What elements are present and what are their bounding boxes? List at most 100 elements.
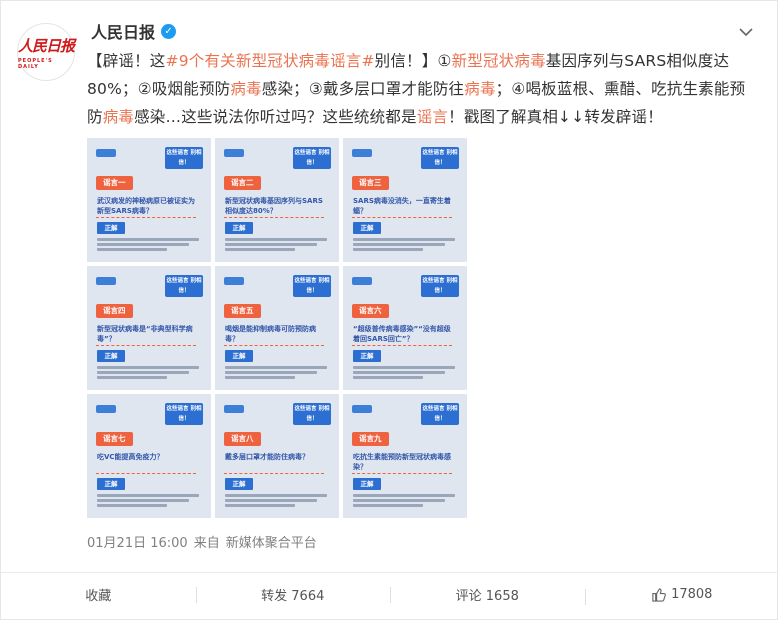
tile-divider [224,345,324,346]
tile-rumor-label: 谣言二 [224,176,261,190]
tile-body-text [225,371,317,374]
repost-label: 转发 7664 [261,589,325,604]
tile-body-text [353,504,423,507]
hashtag-link[interactable]: 谣言 [417,108,448,126]
verified-icon: ✓ [161,23,177,39]
tile-claim: 吃VC能提高免疫力？ [97,453,164,461]
hashtag-link[interactable]: 新型冠状病毒 [452,52,546,70]
tile-body-text [97,238,199,241]
repost-button[interactable]: 转发 7664 [195,585,391,604]
tile-claim: 喝烟是能抑制病毒可防预防病毒？ [225,325,316,343]
tile-divider [96,345,196,346]
tile-tag: 这些谣言 别相信！ [293,275,331,297]
tile-body-text [353,371,445,374]
comment-label: 评论 1658 [455,589,519,604]
like-count: 17808 [671,587,713,602]
tile-body-text [97,366,199,369]
tile-body-text [97,248,167,251]
tile-brand-icon [96,149,116,157]
post-text-segment: 感染；③戴多层口罩才能防往 [261,80,465,98]
hashtag-link[interactable]: 病毒 [464,80,495,98]
tile-tag: 这些谣言 别相信！ [421,275,459,297]
image-tile[interactable]: 这些谣言 别相信！ 谣言八 戴多层口罩才能防住病毒？ 正解 [215,394,339,518]
image-tile[interactable]: 这些谣言 别相信！ 谣言七 吃VC能提高免疫力？ 正解 [87,394,211,518]
image-grid: 这些谣言 别相信！ 谣言一 武汉病发的神秘病原已被证实为新型SARS病毒？ 正解 这些谣… [87,138,467,518]
tile-claim: 吃抗生素能预防新型冠状病毒感染？ [353,453,451,471]
favorite-label: 收藏 [85,589,112,604]
hashtag-link[interactable]: 病毒 [230,80,261,98]
tile-brand-icon [96,277,116,285]
hashtag-link[interactable]: #9个有关新型冠状病毒谣言# [166,52,375,70]
tile-body-text [97,376,167,379]
tile-brand-icon [224,149,244,157]
avatar-logo-text: 人民日报 [18,36,75,55]
tile-rumor-label: 谣言四 [96,304,133,318]
avatar[interactable]: 人民日报 PEOPLE'S DAILY [17,23,75,81]
tile-correct-label: 正解 [353,478,381,490]
image-tile[interactable]: 这些谣言 别相信！ 谣言六 “超级普传病毒感染”“没有超级着回SARS回亡”？ 正解 [343,266,467,390]
tile-tag: 这些谣言 别相信！ [293,403,331,425]
tile-divider [224,217,324,218]
author-name[interactable]: 人民日报 [91,19,155,43]
tile-tag: 这些谣言 别相信！ [421,403,459,425]
tile-divider [96,217,196,218]
tile-rumor-label: 谣言八 [224,432,261,446]
tile-body-text [225,504,295,507]
hashtag-link[interactable]: 病毒 [103,108,134,126]
chevron-down-icon[interactable] [737,23,755,41]
weibo-post-card: 人民日报 PEOPLE'S DAILY 人民日报 ✓ 【辟谣！这#9个有关新型冠… [0,0,778,620]
tile-claim: 新型冠状病毒是“非典型科学病毒”？ [97,325,193,343]
tile-divider [352,217,452,218]
image-tile[interactable]: 这些谣言 别相信！ 谣言三 SARS病毒没消失，一直寄生着蝠？ 正解 [343,138,467,262]
tile-divider [352,345,452,346]
tile-claim: SARS病毒没消失，一直寄生着蝠？ [353,197,451,215]
tile-body-text [225,248,295,251]
image-tile[interactable]: 这些谣言 别相信！ 谣言五 喝烟是能抑制病毒可防预防病毒？ 正解 [215,266,339,390]
like-button[interactable]: 17808 [584,587,778,605]
tile-tag: 这些谣言 别相信！ [165,147,203,169]
tile-body-text [225,499,317,502]
image-tile[interactable]: 这些谣言 别相信！ 谣言一 武汉病发的神秘病原已被证实为新型SARS病毒？ 正解 [87,138,211,262]
tile-claim: “超级普传病毒感染”“没有超级着回SARS回亡”？ [353,325,451,343]
tile-correct-label: 正解 [97,350,125,362]
tile-tag: 这些谣言 别相信！ [165,403,203,425]
source-prefix: 来自 [193,536,220,551]
image-tile[interactable]: 这些谣言 别相信！ 谣言九 吃抗生素能预防新型冠状病毒感染？ 正解 [343,394,467,518]
tile-body-text [225,366,327,369]
tile-divider [96,473,196,474]
tile-body-text [353,499,445,502]
tile-correct-label: 正解 [353,222,381,234]
tile-body-text [353,238,455,241]
tile-body-text [353,494,455,497]
post-text-segment: 别信！】① [374,52,452,70]
tile-body-text [353,376,423,379]
comment-button[interactable]: 评论 1658 [390,585,585,604]
tile-brand-icon [96,405,116,413]
post-time[interactable]: 01月21日 16:00 [87,532,188,551]
tile-rumor-label: 谣言六 [352,304,389,318]
tile-divider [352,473,452,474]
tile-body-text [225,243,317,246]
tile-claim: 新型冠状病毒基因序列与SARS相似度达80%？ [225,197,323,215]
tile-body-text [97,243,189,246]
tile-body-text [225,494,327,497]
post-source[interactable]: 新媒体聚合平台 [226,532,317,551]
tile-rumor-label: 谣言五 [224,304,261,318]
tile-rumor-label: 谣言一 [96,176,133,190]
action-bar: 收藏 转发 7664 评论 1658 17808 [1,572,778,616]
tile-brand-icon [352,277,372,285]
tile-body-text [97,504,167,507]
image-tile[interactable]: 这些谣言 别相信！ 谣言二 新型冠状病毒基因序列与SARS相似度达80%？ 正解 [215,138,339,262]
image-tile[interactable]: 这些谣言 别相信！ 谣言四 新型冠状病毒是“非典型科学病毒”？ 正解 [87,266,211,390]
tile-rumor-label: 谣言三 [352,176,389,190]
tile-brand-icon [224,277,244,285]
tile-brand-icon [224,405,244,413]
tile-correct-label: 正解 [97,222,125,234]
tile-body-text [353,366,455,369]
tile-body-text [353,243,445,246]
tile-body-text [97,499,189,502]
favorite-button[interactable]: 收藏 [1,585,196,604]
tile-tag: 这些谣言 别相信！ [293,147,331,169]
tile-tag: 这些谣言 别相信！ [421,147,459,169]
post-text-segment: ！戳图了解真相↓↓转发辟谣！ [448,108,663,126]
